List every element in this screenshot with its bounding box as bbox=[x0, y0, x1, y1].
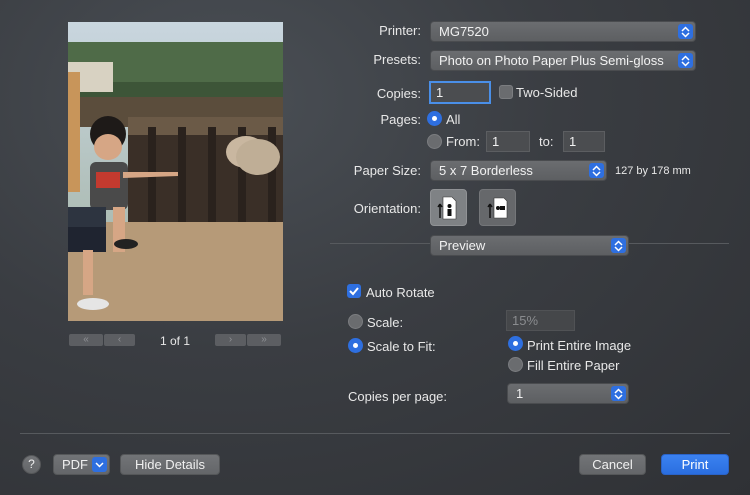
chevron-updown-icon bbox=[611, 386, 626, 401]
presets-value: Photo on Photo Paper Plus Semi-gloss bbox=[439, 53, 664, 68]
last-page-button[interactable]: » bbox=[247, 334, 281, 346]
pdf-label: PDF bbox=[62, 457, 88, 472]
previous-page-button[interactable]: ‹ bbox=[104, 334, 135, 346]
pages-all-radio[interactable] bbox=[427, 111, 442, 126]
chevron-updown-icon bbox=[678, 53, 693, 68]
printer-value: MG7520 bbox=[439, 24, 489, 39]
pages-from-label: From: bbox=[446, 134, 480, 149]
fill-entire-paper-label: Fill Entire Paper bbox=[527, 358, 620, 373]
chevron-updown-icon bbox=[589, 163, 604, 178]
chevron-down-icon bbox=[92, 457, 107, 472]
presets-popup[interactable]: Photo on Photo Paper Plus Semi-gloss bbox=[430, 50, 696, 71]
help-button[interactable]: ? bbox=[22, 455, 41, 474]
two-sided-checkbox[interactable] bbox=[499, 85, 513, 99]
scale-to-fit-label: Scale to Fit: bbox=[367, 339, 436, 354]
two-sided-label: Two-Sided bbox=[516, 85, 578, 100]
first-page-button[interactable]: « bbox=[69, 334, 103, 346]
section-value: Preview bbox=[439, 238, 486, 253]
copies-per-page-label: Copies per page: bbox=[348, 389, 448, 404]
paper-size-label: Paper Size: bbox=[353, 163, 421, 178]
pages-from-radio[interactable] bbox=[427, 134, 442, 149]
scale-input[interactable]: 15% bbox=[506, 310, 575, 331]
orientation-landscape-button[interactable] bbox=[479, 189, 516, 226]
photo-illustration bbox=[68, 22, 283, 321]
landscape-icon bbox=[487, 197, 508, 219]
paper-size-dimensions: 127 by 178 mm bbox=[615, 165, 691, 177]
copies-per-page-popup[interactable]: 1 bbox=[507, 383, 629, 404]
paper-size-popup[interactable]: 5 x 7 Borderless bbox=[430, 160, 607, 181]
scale-radio[interactable] bbox=[348, 314, 363, 329]
auto-rotate-checkbox[interactable] bbox=[347, 284, 361, 298]
print-entire-image-label: Print Entire Image bbox=[527, 338, 632, 353]
orientation-portrait-button[interactable] bbox=[430, 189, 467, 226]
checkmark-icon bbox=[349, 287, 359, 296]
chevron-updown-icon bbox=[678, 24, 693, 39]
fill-entire-paper-radio[interactable] bbox=[508, 357, 523, 372]
scale-to-fit-radio[interactable] bbox=[348, 338, 363, 353]
pages-from-input[interactable]: 1 bbox=[486, 131, 530, 152]
orientation-label: Orientation: bbox=[353, 201, 421, 216]
printer-popup[interactable]: MG7520 bbox=[430, 21, 696, 42]
print-preview-image bbox=[68, 22, 283, 321]
pages-to-input[interactable]: 1 bbox=[563, 131, 605, 152]
scale-label: Scale: bbox=[367, 315, 404, 330]
print-button[interactable]: Print bbox=[661, 454, 729, 475]
section-popup[interactable]: Preview bbox=[430, 235, 629, 256]
next-page-button[interactable]: › bbox=[215, 334, 246, 346]
pages-to-label: to: bbox=[539, 134, 554, 149]
presets-label: Presets: bbox=[373, 52, 421, 67]
printer-label: Printer: bbox=[379, 23, 421, 38]
copies-per-page-value: 1 bbox=[516, 386, 524, 401]
copies-label: Copies: bbox=[376, 86, 421, 101]
pages-all-label: All bbox=[446, 112, 461, 127]
pdf-menu-button[interactable]: PDF bbox=[53, 454, 110, 475]
auto-rotate-label: Auto Rotate bbox=[366, 285, 435, 300]
cancel-button[interactable]: Cancel bbox=[579, 454, 646, 475]
chevron-updown-icon bbox=[611, 238, 626, 253]
print-entire-image-radio[interactable] bbox=[508, 336, 523, 351]
page-indicator: 1 of 1 bbox=[160, 334, 191, 348]
copies-input[interactable]: 1 bbox=[429, 81, 491, 104]
hide-details-button[interactable]: Hide Details bbox=[120, 454, 220, 475]
footer-divider bbox=[20, 433, 730, 434]
paper-size-value: 5 x 7 Borderless bbox=[439, 163, 533, 178]
pages-label: Pages: bbox=[380, 112, 421, 127]
portrait-icon bbox=[437, 196, 457, 220]
